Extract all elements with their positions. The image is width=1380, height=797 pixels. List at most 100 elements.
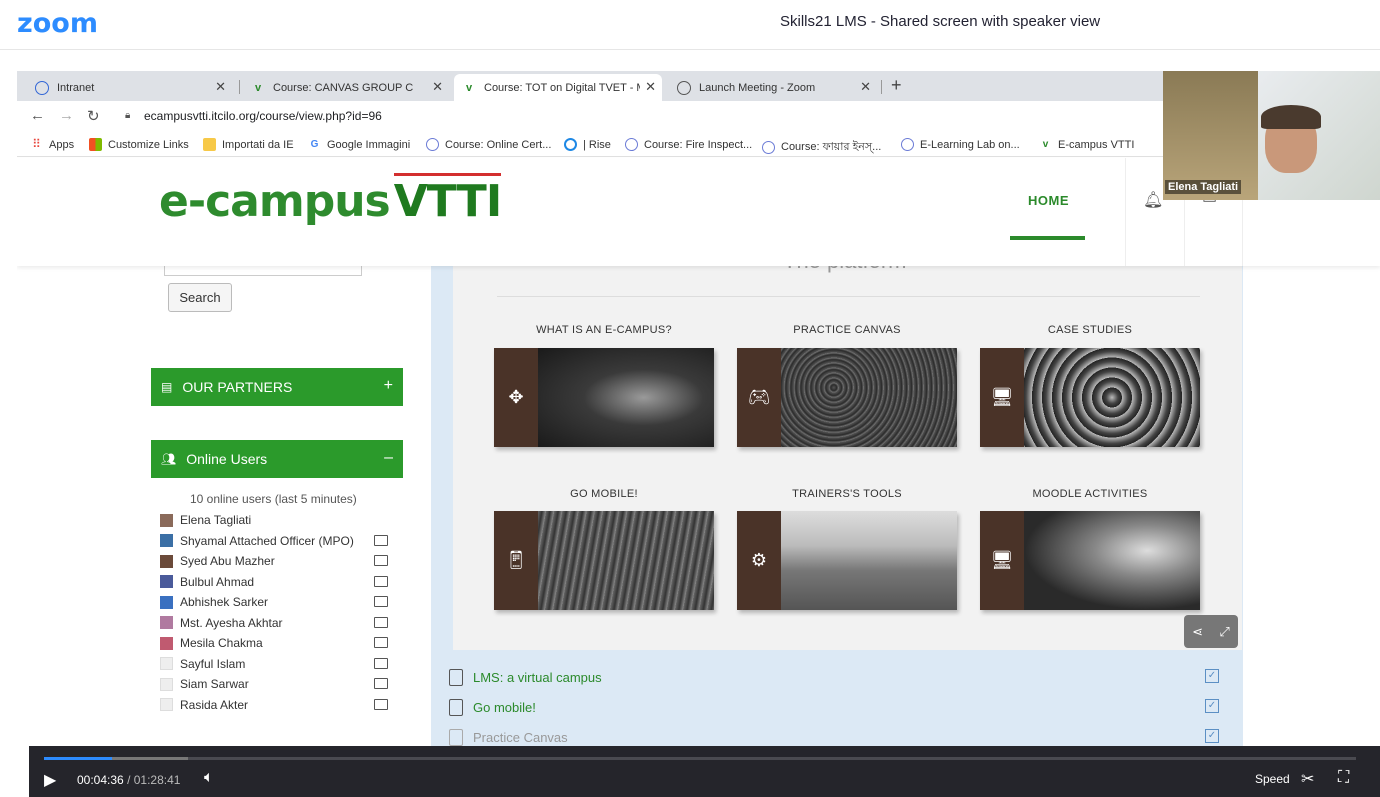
resource-practice-canvas[interactable]: Practice Canvas ✓ [449, 729, 1219, 746]
progress-fill [44, 757, 113, 760]
completion-checkbox[interactable]: ✓ [1205, 699, 1219, 713]
user-name[interactable]: Rasida Akter [180, 698, 248, 712]
meeting-title: Skills21 LMS - Shared screen with speake… [780, 13, 1101, 30]
bell-icon[interactable]: 🔔︎ [1143, 190, 1163, 210]
our-partners-block-header[interactable]: ▤ OUR PARTNERS + [151, 368, 403, 406]
card-what-is-ecampus[interactable]: ✥ [494, 348, 714, 447]
total-time: 01:28:41 [133, 773, 181, 787]
clip-icon[interactable]: ✂ [1301, 769, 1314, 789]
online-users-block-header[interactable]: 👥︎ Online Users – [151, 440, 403, 478]
close-icon[interactable]: ✕ [860, 79, 871, 95]
user-name[interactable]: Syed Abu Mazher [180, 554, 275, 568]
apps-grid-icon: ⠿ [32, 137, 41, 151]
bookmark-google-immagini[interactable]: G Google Immagini [308, 138, 411, 151]
card-go-mobile[interactable]: 📱︎ [494, 511, 714, 610]
mobile-icon: 📱︎ [494, 511, 538, 610]
user-name[interactable]: Abhishek Sarker [180, 595, 268, 609]
tab-canvas-group-c[interactable]: v Course: CANVAS GROUP C ✕ [243, 74, 449, 101]
folder-icon [203, 138, 216, 151]
message-icon[interactable] [374, 616, 388, 628]
message-icon[interactable] [374, 596, 388, 607]
user-name[interactable]: Sayful Islam [180, 657, 245, 671]
back-icon[interactable]: ← [30, 107, 45, 124]
resource-lms-virtual-campus[interactable]: LMS: a virtual campus ✓ [449, 669, 1219, 686]
message-icon[interactable] [374, 575, 388, 587]
bookmark-online-cert[interactable]: Course: Online Cert... [426, 138, 551, 151]
globe-icon [35, 80, 49, 95]
avatar [160, 534, 173, 548]
volume-icon[interactable]: 🔈︎ [204, 769, 214, 787]
list-item: Shyamal Attached Officer (MPO) [160, 531, 400, 552]
message-icon[interactable] [374, 657, 388, 669]
collapse-icon[interactable]: – [384, 449, 393, 467]
message-icon[interactable] [374, 678, 388, 689]
avatar [160, 677, 173, 691]
nav-home-active-indicator [1010, 236, 1085, 240]
speaker-video-tile[interactable]: Elena Tagliati [1163, 71, 1380, 200]
card-trainers-tools[interactable]: ⚙︎ [737, 511, 957, 610]
message-icon[interactable] [374, 637, 388, 648]
tab-intranet[interactable]: Intranet ✕ [27, 74, 232, 101]
card-case-studies[interactable]: 🖥︎ [980, 348, 1200, 447]
card-moodle-activities[interactable]: 🖥︎ [980, 511, 1200, 610]
progress-track[interactable] [44, 757, 1356, 760]
globe-icon [677, 80, 691, 95]
user-name[interactable]: Elena Tagliati [180, 513, 251, 527]
play-icon[interactable]: ▶ [44, 770, 56, 790]
tab-launch-meeting-zoom[interactable]: Launch Meeting - Zoom ✕ [669, 74, 877, 101]
bookmark-apps[interactable]: ⠿ Apps [30, 138, 74, 151]
card-image [781, 511, 957, 610]
tab-label: Course: TOT on Digital TVET - M [484, 81, 640, 94]
gamepad-icon: 🎮︎ [737, 348, 781, 447]
completion-checkbox[interactable]: ✓ [1205, 729, 1219, 743]
expand-icon[interactable]: + [384, 377, 393, 395]
card-practice-canvas[interactable]: 🎮︎ [737, 348, 957, 447]
list-item: Rasida Akter [160, 695, 400, 716]
speed-button[interactable]: Speed [1255, 772, 1290, 786]
forward-icon[interactable]: → [59, 107, 74, 124]
message-icon[interactable] [374, 555, 388, 566]
close-icon[interactable]: ✕ [432, 79, 443, 95]
bookmark-ecampus-vtti[interactable]: v E-campus VTTI [1039, 138, 1135, 151]
site-body: Search ▤ OUR PARTNERS + 👥︎ Online Users … [17, 248, 1380, 746]
course-main-area: The platform WHAT IS AN E-CAMPUS? ✥ PRAC… [431, 248, 1243, 746]
nav-home[interactable]: HOME [1028, 193, 1069, 208]
completion-checkbox[interactable]: ✓ [1205, 669, 1219, 683]
bookmark-fire-bangla[interactable]: Course: ফায়ার ইনস্... [762, 138, 881, 157]
bookmark-fire-inspect[interactable]: Course: Fire Inspect... [625, 138, 752, 151]
user-name[interactable]: Bulbul Ahmad [180, 575, 254, 589]
online-users-count: 10 online users (last 5 minutes) [190, 492, 357, 506]
site-logo[interactable]: e-campusVTTI [159, 173, 502, 227]
fullscreen-icon[interactable]: ⛶ [1338, 769, 1349, 787]
message-icon[interactable] [374, 534, 388, 546]
fullscreen-icon[interactable]: ⤢ [1219, 624, 1229, 640]
bookmark-customize-links[interactable]: Customize Links [89, 138, 189, 151]
close-icon[interactable]: ✕ [215, 79, 226, 95]
tab-separator [239, 80, 240, 94]
new-tab-button[interactable]: + [891, 75, 902, 96]
message-icon[interactable] [374, 698, 388, 710]
monitor-icon: 🖥︎ [980, 511, 1024, 610]
share-icon[interactable]: ⋖ [1192, 624, 1203, 640]
bookmark-rise[interactable]: | Rise [564, 138, 611, 151]
speaker-name: Elena Tagliati [1165, 180, 1242, 194]
search-button[interactable]: Search [168, 283, 232, 312]
bookmark-elearning-lab[interactable]: E-Learning Lab on... [901, 138, 1020, 151]
user-name[interactable]: Mst. Ayesha Akhtar [180, 616, 283, 630]
close-icon[interactable]: ✕ [645, 79, 656, 95]
reload-icon[interactable]: ↻ [87, 107, 100, 125]
tab-tot-digital-tvet[interactable]: v Course: TOT on Digital TVET - M ✕ [454, 74, 662, 101]
list-item: Siam Sarwar [160, 674, 400, 695]
avatar [160, 698, 173, 712]
resource-go-mobile[interactable]: Go mobile! ✓ [449, 699, 1219, 716]
bookmark-importati-da-ie[interactable]: Importati da IE [203, 138, 294, 151]
google-icon: G [310, 139, 319, 150]
user-name[interactable]: Mesila Chakma [180, 636, 263, 650]
avatar [160, 595, 173, 609]
url-field[interactable]: ecampusvtti.itcilo.org/course/view.php?i… [144, 109, 382, 123]
document-icon [449, 699, 463, 716]
user-name[interactable]: Shyamal Attached Officer (MPO) [180, 534, 354, 548]
card-label: WHAT IS AN E-CAMPUS? [536, 324, 672, 336]
user-name[interactable]: Siam Sarwar [180, 677, 249, 691]
monitor-icon: 🖥︎ [980, 348, 1024, 447]
